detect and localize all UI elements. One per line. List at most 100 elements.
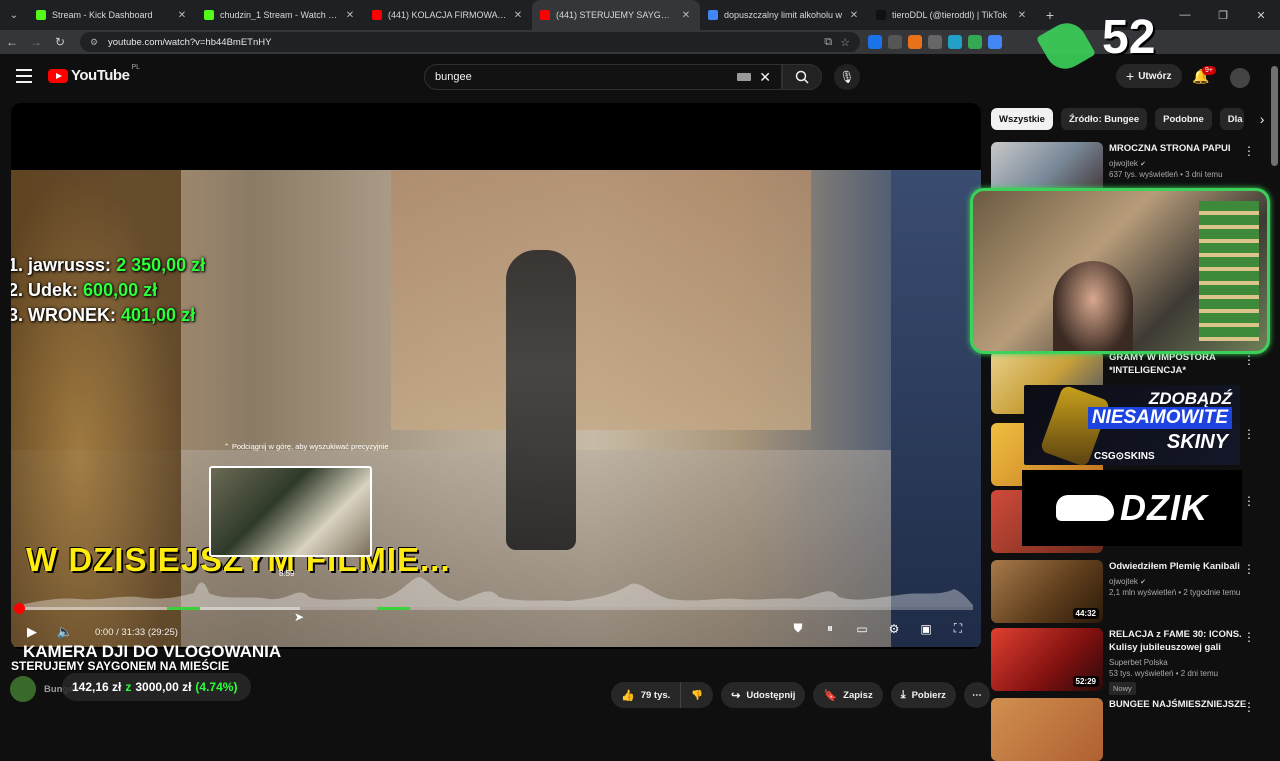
minimize-icon[interactable]: —	[1166, 9, 1204, 21]
ad-line-3: SKINY	[1166, 431, 1228, 453]
extension-icon[interactable]	[888, 35, 902, 49]
rec-title[interactable]: GRAMY W IMPOSTORA *INTELIGENCJA*	[1109, 351, 1249, 377]
list-item[interactable]: 52:29 RELACJA z FAME 30: ICONS. Kulisy j…	[991, 628, 1271, 696]
url-field[interactable]: ⚙ youtube.com/watch?v=hb44BmETnHY ⧉ ☆	[80, 32, 860, 52]
restore-icon[interactable]: ❐	[1204, 9, 1242, 22]
video-thumbnail[interactable]	[991, 698, 1103, 761]
chip-source[interactable]: Źródło: Bungee	[1060, 108, 1148, 130]
autoplay-toggle-icon[interactable]: ⏸	[821, 621, 839, 636]
video-thumbnail[interactable]: 44:32	[991, 560, 1103, 623]
sponsor-shield-icon[interactable]: ⛊	[789, 621, 807, 636]
youtube-logo[interactable]: YouTube PL	[48, 64, 140, 84]
more-actions-button[interactable]: ⋯	[963, 682, 990, 708]
chevron-right-icon[interactable]: ›	[1260, 111, 1265, 127]
search-input[interactable]: bungee ✕	[424, 64, 782, 90]
more-vert-icon[interactable]: ⋮	[1243, 494, 1255, 508]
download-icon: ⤓	[900, 688, 906, 701]
search-button[interactable]	[782, 64, 822, 90]
browser-tab[interactable]: tieroDDL (@tieroddl) | TikTok ✕	[868, 0, 1036, 30]
close-tab-icon[interactable]: ✕	[512, 10, 524, 21]
list-item[interactable]: BUNGEE NAJŚMIESZNIEJSZE ⋮	[991, 698, 1271, 761]
more-vert-icon[interactable]: ⋮	[1243, 630, 1255, 644]
page-scrollbar[interactable]	[1271, 66, 1278, 166]
chip-all[interactable]: Wszystkie	[991, 108, 1053, 130]
download-button[interactable]: ⤓ Pobierz	[890, 682, 956, 708]
subtitles-icon[interactable]: ▭	[853, 622, 871, 636]
tab-title: dopuszczalny limit alkoholu w	[724, 10, 843, 20]
scrubber-handle[interactable]	[14, 603, 25, 614]
dzik-ad-overlay: DZIK	[1022, 470, 1242, 546]
list-item[interactable]: 44:32 Odwiedziłem Plemię Kanibali ojwojt…	[991, 560, 1271, 623]
extension-icon[interactable]	[988, 35, 1002, 49]
dislike-button[interactable]: 👎	[681, 682, 714, 708]
rec-channel[interactable]: ojwojtek	[1109, 577, 1138, 586]
extension-icon[interactable]	[948, 35, 962, 49]
new-tab-button[interactable]: +	[1036, 7, 1064, 23]
extension-icon[interactable]	[868, 35, 882, 49]
rec-title[interactable]: BUNGEE NAJŚMIESZNIEJSZE	[1109, 698, 1249, 711]
close-window-icon[interactable]: ✕	[1242, 9, 1280, 22]
reload-icon[interactable]: ↻	[48, 35, 72, 49]
channel-avatar[interactable]	[10, 676, 36, 702]
close-tab-icon[interactable]: ✕	[848, 10, 860, 21]
thumbs-up-icon: 👍	[621, 689, 635, 702]
browser-tab[interactable]: (441) STERUJEMY SAYGONEM NA M ✕	[532, 0, 700, 30]
extension-icon[interactable]	[968, 35, 982, 49]
more-vert-icon[interactable]: ⋮	[1243, 700, 1255, 714]
like-button[interactable]: 👍 79 tys.	[611, 682, 682, 708]
volume-icon[interactable]: 🔈	[53, 624, 77, 640]
close-tab-icon[interactable]: ✕	[344, 10, 356, 21]
more-vert-icon[interactable]: ⋮	[1243, 144, 1255, 158]
browser-tab[interactable]: Stream - Kick Dashboard ✕	[28, 0, 196, 30]
close-tab-icon[interactable]: ✕	[1016, 10, 1028, 21]
close-tab-icon[interactable]: ✕	[680, 10, 692, 21]
more-vert-icon[interactable]: ⋮	[1243, 562, 1255, 576]
menu-icon[interactable]	[16, 69, 32, 83]
filter-chips: Wszystkie Źródło: Bungee Podobne Dla ›	[991, 108, 1264, 130]
rec-channel[interactable]: Superbet Polska	[1109, 658, 1168, 667]
video-thumbnail[interactable]: 52:29	[991, 628, 1103, 691]
fullscreen-icon[interactable]: ⛶	[949, 621, 967, 636]
create-button[interactable]: + Utwórz	[1116, 64, 1182, 88]
extension-icon[interactable]	[928, 35, 942, 49]
browser-tab[interactable]: (441) KOLACJA FIRMOWA (GWIAZDY ✕	[364, 0, 532, 30]
browser-tab[interactable]: chudzin_1 Stream - Watch Live ✕	[196, 0, 364, 30]
most-replayed-heatmap	[19, 577, 973, 607]
close-tab-icon[interactable]: ✕	[176, 10, 188, 21]
rec-channel[interactable]: ojwojtek	[1109, 159, 1138, 168]
progress-bar[interactable]	[19, 607, 973, 610]
seek-hint-text: Podciągnij w górę, aby wyszukiwać precyz…	[231, 442, 389, 451]
extension-icon[interactable]	[908, 35, 922, 49]
back-icon[interactable]: ←	[0, 35, 24, 49]
chip-for-you[interactable]: Dla	[1219, 108, 1244, 130]
stream-subtitle-overlay: STERUJEMY SAYGONEM NA MIEŚCIE	[11, 659, 230, 673]
url-text: youtube.com/watch?v=hb44BmETnHY	[108, 36, 272, 48]
miniplayer-icon[interactable]: ▣	[917, 622, 935, 636]
save-button[interactable]: 🔖 Zapisz	[813, 682, 883, 708]
play-icon[interactable]: ▶	[11, 624, 53, 640]
rec-title[interactable]: Odwiedziłem Plemię Kanibali	[1109, 560, 1249, 573]
keyboard-icon[interactable]	[737, 73, 752, 81]
rec-title[interactable]: MROCZNA STRONA PAPUI	[1109, 142, 1249, 155]
rec-title[interactable]: RELACJA z FAME 30: ICONS. Kulisy jubileu…	[1109, 628, 1249, 654]
avatar[interactable]	[1230, 68, 1250, 88]
ad-line-2: NIESAMOWITE	[1087, 407, 1232, 429]
tab-search-icon[interactable]: ⌄	[0, 0, 28, 30]
bookmark-star-icon[interactable]: ☆	[840, 36, 850, 49]
browser-tab[interactable]: dopuszczalny limit alkoholu w ✕	[700, 0, 868, 30]
share-button[interactable]: ↪ Udostępnij	[721, 682, 806, 708]
more-vert-icon[interactable]: ⋮	[1243, 353, 1255, 367]
video-scene-building	[391, 170, 811, 430]
video-player[interactable]: 1. jawrusss: 2 350,00 zł 2. Udek: 600,00…	[11, 103, 981, 649]
chip-similar[interactable]: Podobne	[1155, 108, 1212, 130]
voice-search-button[interactable]: 🎙	[834, 64, 860, 90]
site-info-icon[interactable]: ⚙	[90, 37, 100, 47]
install-icon[interactable]: ⧉	[824, 36, 832, 49]
country-code: PL	[131, 64, 140, 71]
more-vert-icon[interactable]: ⋮	[1243, 427, 1255, 441]
clear-search-icon[interactable]: ✕	[759, 69, 771, 86]
tab-title: Stream - Kick Dashboard	[52, 10, 153, 20]
settings-gear-icon[interactable]: ⚙	[885, 622, 903, 636]
ranking-amount: 2 350,00 zł	[116, 255, 206, 275]
forward-icon[interactable]: →	[24, 35, 48, 49]
